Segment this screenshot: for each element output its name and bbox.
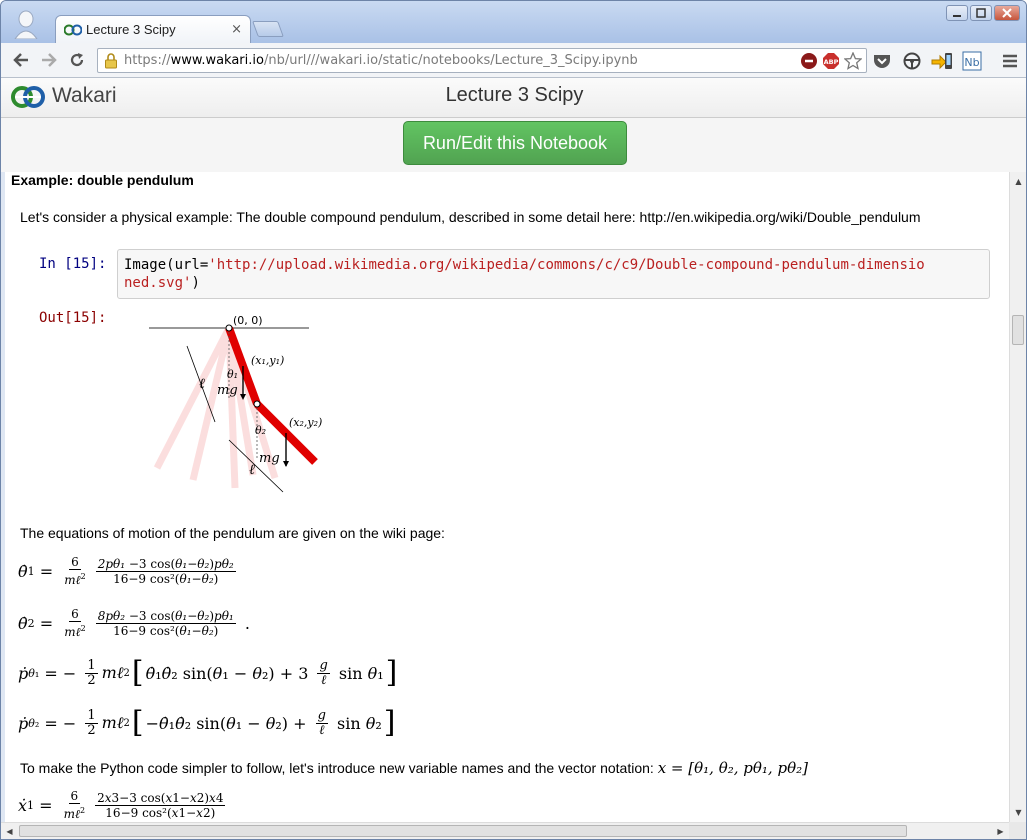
wakari-favicon-icon — [64, 24, 82, 35]
horizontal-scroll-thumb[interactable] — [19, 825, 907, 837]
minimize-icon — [953, 15, 961, 17]
code-line-1: Image(url='http://upload.wikimedia.org/w… — [124, 256, 983, 274]
equations-intro: The equations of motion of the pendulum … — [20, 525, 445, 541]
notebook-viewer-button[interactable]: Nb — [961, 50, 983, 72]
mg-label-1: mg — [217, 383, 238, 398]
pocket-button[interactable] — [871, 50, 893, 72]
scroll-up-icon[interactable]: ▲ — [1011, 174, 1026, 189]
blocked-content-icon[interactable] — [800, 52, 818, 70]
equation-p-theta2-dot: ṗ θ₂ = − 12 mℓ 2 [− θ̇ ₁ θ̇ ₂ sin(θ ₁ − θ ₂) + g… — [18, 705, 396, 740]
url-path: /nb/url///wakari.io/static/notebooks/Lec… — [263, 53, 638, 68]
code-suffix: ) — [191, 275, 200, 291]
run-bar: Run/Edit this Notebook — [1, 118, 1026, 172]
tab-lecture-3-scipy[interactable]: Lecture 3 Scipy × — [55, 15, 251, 43]
lock-warning-icon — [105, 52, 117, 68]
forward-arrow-icon — [42, 53, 57, 67]
address-bar-icons: ABP — [800, 52, 862, 70]
wakari-header: Wakari Lecture 3 Scipy — [1, 78, 1026, 118]
url-scheme: https:// — [124, 53, 171, 68]
bookmark-star-icon[interactable] — [844, 52, 862, 70]
variables-intro-text: To make the Python code simpler to follo… — [20, 760, 654, 776]
input-prompt: In [15]: — [39, 256, 107, 272]
equation-x1-dot: ẋ1 = 6 mℓ2 2x3−3 cos(x1−x2)x4 16−9 cos²(x1… — [18, 789, 226, 821]
steering-wheel-extension-button[interactable] — [901, 50, 923, 72]
code-string-line-2: ned.svg' — [124, 275, 192, 291]
section-heading: Example: double pendulum — [11, 172, 194, 188]
point-1-label: (x₁,y₁) — [251, 354, 284, 367]
svg-text:ABP: ABP — [824, 58, 839, 66]
chrome-menu-button[interactable] — [999, 50, 1021, 72]
code-line-2: ned.svg') — [124, 274, 983, 292]
send-to-phone-icon — [931, 53, 952, 70]
url-text: https://www.wakari.io/nb/url///wakari.io… — [124, 53, 638, 68]
equation-theta1-dot: θ̇ 1 = 6 mℓ2 2pθ₁ −3 cos(θ₁−θ₂)pθ₂ 16−9 cos… — [18, 555, 236, 587]
origin-label: (0, 0) — [233, 314, 263, 327]
maximize-button[interactable] — [970, 5, 992, 21]
forward-button[interactable] — [37, 49, 61, 71]
nb-icon: Nb — [962, 51, 982, 71]
send-to-phone-button[interactable] — [931, 50, 953, 72]
browser-toolbar: https://www.wakari.io/nb/url///wakari.io… — [1, 43, 1026, 78]
back-button[interactable] — [9, 49, 33, 71]
new-tab-button[interactable] — [252, 21, 284, 37]
vertical-scroll-thumb[interactable] — [1012, 315, 1024, 345]
url-host: www.wakari.io — [170, 53, 264, 68]
horizontal-scrollbar[interactable]: ◀ ▶ — [1, 822, 1009, 839]
maximize-icon — [976, 8, 986, 18]
point-2-label: (x₂,y₂) — [289, 416, 322, 429]
mg-label-2: mg — [259, 451, 280, 466]
notebook-content: Example: double pendulum Let's consider … — [5, 172, 1009, 822]
ell-label-2: ℓ — [249, 462, 255, 478]
code-prefix: Image(url= — [124, 257, 209, 273]
equation-p-theta1-dot: ṗ θ₁ = − 12 mℓ 2 [θ̇ ₁ θ̇ ₂ sin(θ ₁ − θ ₂) + 3 … — [18, 655, 398, 690]
back-arrow-icon — [13, 53, 28, 67]
reload-button[interactable] — [65, 49, 89, 71]
code-string-line-1: 'http://upload.wikimedia.org/wikipedia/c… — [208, 257, 925, 273]
pocket-icon — [874, 55, 890, 68]
double-pendulum-diagram: (0, 0) (x₁,y₁) (x₂,y₂) θ₁ θ₂ mg mg ℓ ℓ — [149, 314, 322, 493]
window-controls — [946, 5, 1020, 21]
notebook-title: Lecture 3 Scipy — [445, 84, 584, 106]
adblock-icon[interactable]: ABP — [822, 52, 840, 70]
scroll-left-icon[interactable]: ◀ — [2, 824, 17, 839]
reload-icon — [70, 53, 84, 67]
hamburger-menu-icon — [1003, 54, 1017, 68]
browser-window: Lecture 3 Scipy × https://www.wakari.io/… — [0, 0, 1027, 840]
close-window-button[interactable] — [994, 5, 1020, 21]
minimize-button[interactable] — [946, 5, 968, 21]
profile-avatar-icon[interactable] — [13, 9, 39, 39]
vertical-scrollbar[interactable]: ▲ ▼ — [1009, 172, 1026, 822]
scroll-down-icon[interactable]: ▼ — [1011, 805, 1026, 820]
vector-notation: x = [θ₁, θ₂, pθ₁, pθ₂] — [657, 759, 808, 777]
theta-1-label: θ₁ — [227, 368, 238, 381]
tab-close-icon[interactable]: × — [231, 22, 242, 37]
run-edit-notebook-button[interactable]: Run/Edit this Notebook — [403, 121, 627, 165]
equation-theta2-dot: θ̇ 2 = 6 mℓ2 8pθ₂ −3 cos(θ₁−θ₂)pθ₁ 16−9 cos… — [18, 607, 250, 639]
title-bar: Lecture 3 Scipy × — [1, 1, 1026, 43]
scrollbar-corner — [1009, 822, 1026, 839]
tab-title: Lecture 3 Scipy — [86, 22, 176, 37]
theta-2-label: θ₂ — [255, 424, 266, 437]
variables-intro: To make the Python code simpler to follo… — [20, 759, 808, 777]
svg-text:Nb: Nb — [964, 56, 979, 69]
address-bar[interactable]: https://www.wakari.io/nb/url///wakari.io… — [97, 48, 867, 73]
scroll-right-icon[interactable]: ▶ — [993, 824, 1008, 839]
steering-wheel-icon — [903, 52, 921, 70]
intro-paragraph: Let's consider a physical example: The d… — [20, 209, 921, 225]
close-icon — [1002, 8, 1012, 18]
output-prompt: Out[15]: — [39, 310, 107, 326]
code-cell[interactable]: Image(url='http://upload.wikimedia.org/w… — [117, 249, 990, 299]
extension-icons: Nb — [871, 50, 1021, 72]
ell-label-1: ℓ — [199, 376, 205, 392]
